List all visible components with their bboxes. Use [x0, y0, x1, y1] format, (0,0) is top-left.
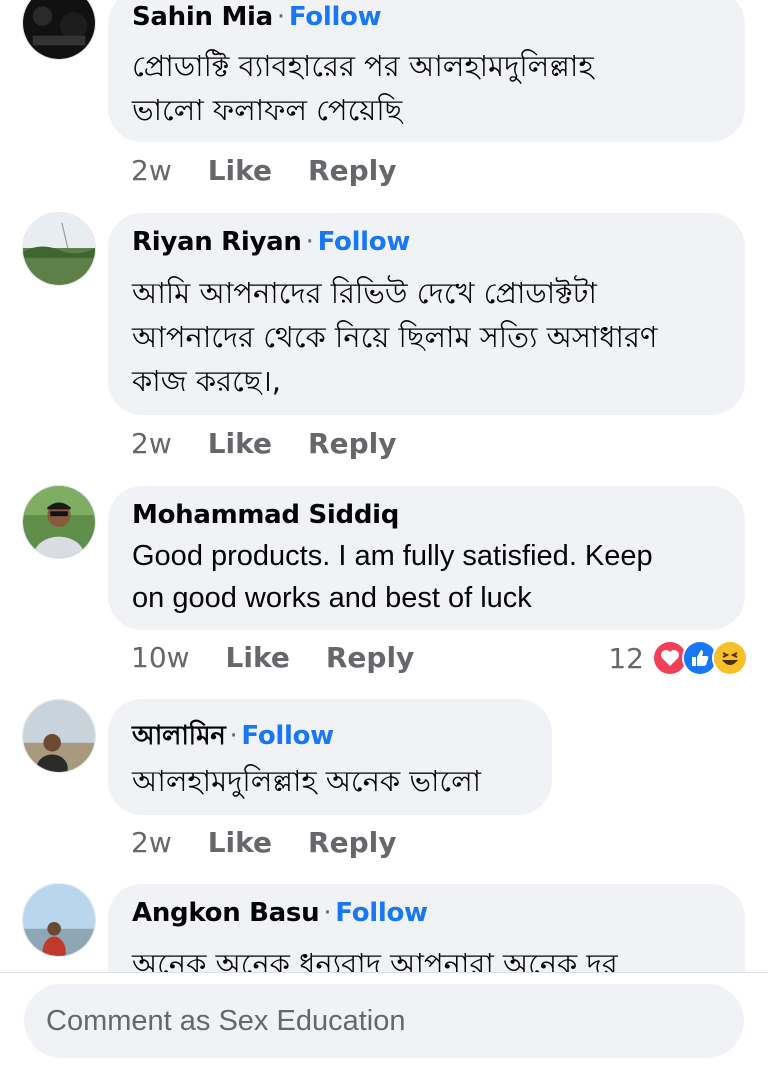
avatar-alamin[interactable]	[22, 699, 96, 773]
comment-text-line: Good products. I am fully satisfied. Kee…	[132, 540, 653, 572]
comment-header: আলামিন · Follow	[132, 715, 334, 759]
commenter-name[interactable]: Sahin Mia	[132, 2, 273, 32]
comment-header: Sahin Mia · Follow	[132, 2, 382, 32]
comment-bubble: আলামিন · Follow আলহামদুলিল্লাহ অনেক ভালো	[108, 699, 552, 815]
comment-text-line: ভালো ফলাফল পেয়েছি	[132, 93, 403, 127]
comment-actions: 2w Like Reply	[131, 154, 432, 187]
avatar-riyan-riyan[interactable]	[22, 212, 96, 286]
avatar-sahin-mia[interactable]	[22, 0, 96, 60]
comment-text-line: on good works and best of luck	[132, 582, 532, 614]
comment-bubble: Riyan Riyan · Follow আমি আপনাদের রিভিউ দেখ…	[108, 213, 745, 415]
follow-button[interactable]: Follow	[241, 721, 334, 751]
comment-text-line: আলহামদুলিল্লাহ অনেক ভালো	[132, 764, 482, 798]
commenter-name[interactable]: Angkon Basu	[132, 898, 320, 928]
like-button[interactable]: Like	[208, 826, 272, 859]
comment-time[interactable]: 2w	[131, 826, 172, 859]
follow-button[interactable]: Follow	[318, 227, 411, 257]
reply-button[interactable]: Reply	[308, 427, 396, 460]
comment-time[interactable]: 10w	[131, 641, 190, 674]
comment-header: Mohammad Siddiq	[132, 500, 399, 530]
avatar-mohammad-siddiq[interactable]	[22, 485, 96, 559]
comment-text-line: আপনাদের থেকে নিয়ে ছিলাম সত্যি অসাধারণ	[132, 320, 658, 354]
reply-button[interactable]: Reply	[308, 154, 396, 187]
separator-dot: ·	[276, 2, 285, 32]
commenter-name[interactable]: Mohammad Siddiq	[132, 500, 399, 530]
comment-time[interactable]: 2w	[131, 154, 172, 187]
separator-dot: ·	[229, 721, 238, 751]
avatar-angkon-basu[interactable]	[22, 883, 96, 957]
commenter-name[interactable]: আলামিন	[132, 721, 226, 751]
follow-button[interactable]: Follow	[335, 898, 428, 928]
composer-divider	[0, 972, 768, 973]
comment-text-line: আমি আপনাদের রিভিউ দেখে প্রোডাক্টটা	[132, 276, 597, 310]
comment-actions: 10w Like Reply	[131, 641, 450, 674]
comments-page: Sahin Mia · Follow প্রোডাক্টি ব্যাবহারের প…	[0, 0, 768, 1069]
separator-dot: ·	[323, 898, 332, 928]
comment-text-line: কাজ করছে।,	[132, 364, 281, 398]
like-button[interactable]: Like	[208, 154, 272, 187]
like-button[interactable]: Like	[226, 641, 290, 674]
comment-actions: 2w Like Reply	[131, 427, 432, 460]
comment-time[interactable]: 2w	[131, 427, 172, 460]
commenter-name[interactable]: Riyan Riyan	[132, 227, 302, 257]
comment-bubble: Sahin Mia · Follow প্রোডাক্টি ব্যাবহারের প…	[108, 0, 745, 142]
comment-bubble: Mohammad Siddiq Good products. I am full…	[108, 486, 745, 630]
follow-button[interactable]: Follow	[289, 2, 382, 32]
comment-actions: 2w Like Reply	[131, 826, 432, 859]
comment-header: Riyan Riyan · Follow	[132, 227, 410, 257]
like-button[interactable]: Like	[208, 427, 272, 460]
haha-icon	[712, 640, 748, 676]
separator-dot: ·	[305, 227, 314, 257]
comment-text-line: প্রোডাক্টি ব্যাবহারের পর আলহামদুলিল্লাহ	[132, 49, 594, 83]
reply-button[interactable]: Reply	[326, 641, 414, 674]
comment-header: Angkon Basu · Follow	[132, 898, 428, 928]
comment-input[interactable]: Comment as Sex Education	[24, 984, 744, 1058]
reaction-summary[interactable]: 12	[608, 640, 748, 676]
reply-button[interactable]: Reply	[308, 826, 396, 859]
reaction-count: 12	[608, 641, 644, 675]
